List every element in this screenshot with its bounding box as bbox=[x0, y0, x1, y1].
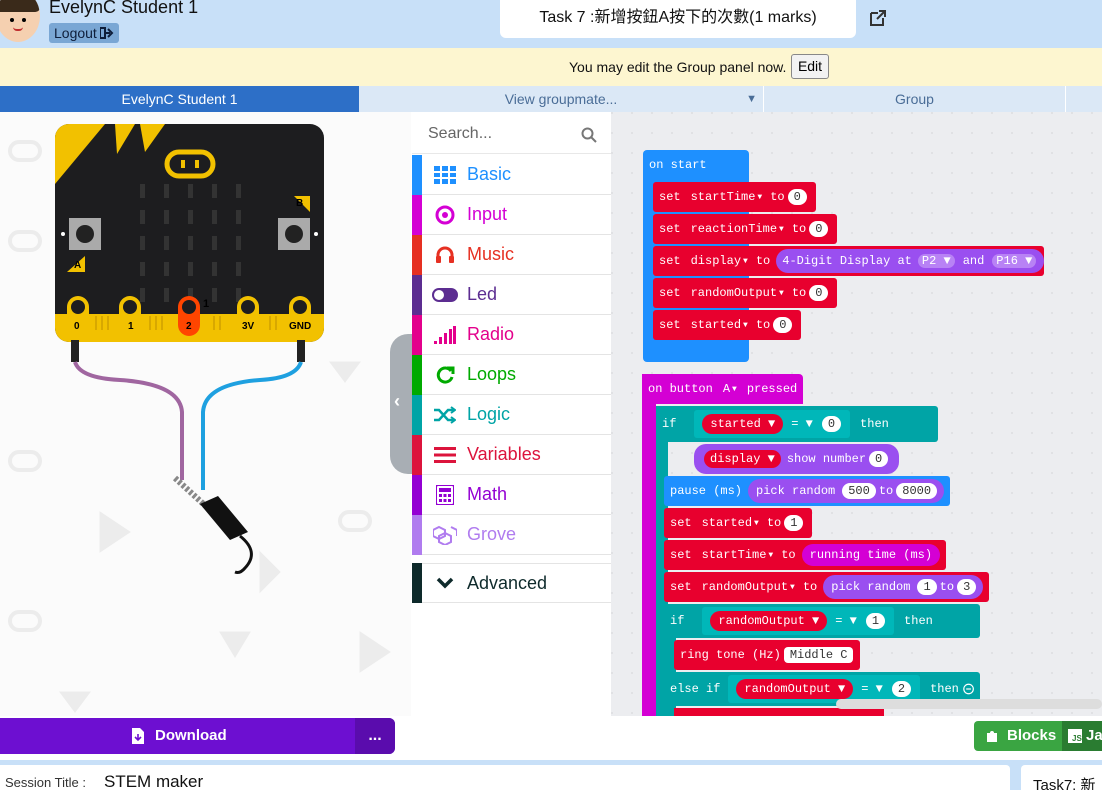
category-led[interactable]: Led bbox=[412, 274, 611, 315]
set-start-time-block[interactable]: set startTime ▼ to 0 bbox=[653, 182, 816, 212]
more-options-button[interactable]: ... bbox=[355, 718, 395, 754]
wire-cables bbox=[71, 340, 305, 574]
category-logic[interactable]: Logic bbox=[412, 394, 611, 435]
edit-notice: You may edit the Group panel now. bbox=[0, 48, 1102, 86]
category-label: Input bbox=[467, 204, 508, 224]
session-title-label: Session Title : bbox=[5, 775, 86, 790]
avatar bbox=[0, 0, 40, 42]
edit-button[interactable]: Edit bbox=[791, 54, 829, 79]
logout-button[interactable]: Logout bbox=[49, 23, 119, 43]
category-advanced[interactable]: Advanced bbox=[412, 563, 611, 603]
if-started-header[interactable]: if started ▼ = ▼ 0 then bbox=[656, 406, 938, 442]
category-label: Grove bbox=[467, 524, 517, 544]
partial-block bbox=[674, 708, 884, 716]
set-random-output-block[interactable]: set randomOutput ▼ to 0 bbox=[653, 278, 838, 308]
calculator-icon bbox=[435, 484, 454, 505]
lines-icon bbox=[433, 446, 456, 463]
set-display-block[interactable]: set display ▼ to 4-Digit Display at P2 ▼ and P… bbox=[653, 246, 1045, 276]
four-digit-display-block[interactable]: 4-Digit Display at P2 ▼ and P16 ▼ bbox=[776, 249, 1045, 273]
set-started-one-block[interactable]: set started ▼ to 1 bbox=[664, 508, 813, 538]
toolbox: Search... Basic Input Music Led Radio Lo… bbox=[412, 112, 611, 716]
chevron-down-icon: ▼ bbox=[746, 93, 757, 105]
category-music[interactable]: Music bbox=[412, 234, 611, 275]
show-number-block[interactable]: display ▼ show number 0 bbox=[694, 444, 900, 474]
minus-circle-icon[interactable] bbox=[963, 682, 974, 696]
javascript-editor-button[interactable]: JS Ja bbox=[1062, 721, 1102, 751]
task-title: Task 7 :新增按鈕A按下的次數(1 marks) bbox=[500, 0, 856, 38]
chevron-left-icon: ‹ bbox=[394, 391, 400, 411]
blocks-label: Blocks bbox=[1007, 727, 1057, 744]
task-summary-field[interactable]: Task7: 新 bbox=[1021, 765, 1102, 790]
file-download-icon bbox=[132, 728, 144, 744]
javascript-label: Ja bbox=[1086, 727, 1102, 744]
download-button[interactable]: Download ... bbox=[0, 718, 395, 754]
groupmate-label: View groupmate... bbox=[504, 91, 618, 107]
category-label: Variables bbox=[467, 444, 541, 464]
category-label: Loops bbox=[467, 364, 517, 384]
signal-icon bbox=[433, 325, 456, 344]
toggle-icon bbox=[431, 287, 458, 302]
category-basic[interactable]: Basic bbox=[412, 154, 611, 195]
external-link-icon[interactable] bbox=[868, 8, 888, 28]
category-label: Led bbox=[467, 284, 498, 304]
category-variables[interactable]: Variables bbox=[412, 434, 611, 475]
top-header: EvelynC Student 1 Logout Task 7 :新增按鈕A按下… bbox=[0, 0, 1102, 48]
set-started-block[interactable]: set started ▼ to 0 bbox=[653, 310, 802, 340]
collapse-simulator-button[interactable]: ‹ bbox=[390, 334, 412, 474]
category-label: Radio bbox=[467, 324, 515, 344]
pause-block[interactable]: pause (ms) pick random 500 to 8000 bbox=[664, 476, 951, 506]
panel-tabs: EvelynC Student 1 View groupmate... ▼ Gro… bbox=[0, 86, 1102, 112]
on-start-label: on start bbox=[649, 158, 707, 172]
tab-view-groupmate[interactable]: View groupmate... ▼ bbox=[361, 86, 761, 112]
on-button-block[interactable] bbox=[642, 374, 656, 716]
shuffle-icon bbox=[433, 405, 456, 424]
blocks-editor-button[interactable]: Blocks bbox=[974, 721, 1062, 751]
set-reaction-time-block[interactable]: set reactionTime ▼ to 0 bbox=[653, 214, 838, 244]
category-label: Math bbox=[467, 484, 508, 504]
chevron-down-icon bbox=[436, 577, 453, 589]
search-input[interactable]: Search... bbox=[428, 125, 492, 143]
category-grove[interactable]: Grove bbox=[412, 514, 611, 555]
toolbox-search[interactable]: Search... bbox=[412, 112, 611, 154]
category-loops[interactable]: Loops bbox=[412, 354, 611, 395]
category-label: Music bbox=[467, 244, 515, 264]
ring-tone-block[interactable]: ring tone (Hz) Middle C bbox=[674, 640, 861, 670]
blocks-workspace[interactable]: on start set startTime ▼ to 0 set reactionTim… bbox=[611, 112, 1102, 716]
js-icon: JS bbox=[1068, 729, 1082, 743]
grid-icon bbox=[433, 165, 456, 184]
logout-label: Logout bbox=[54, 25, 97, 41]
category-math[interactable]: Math bbox=[412, 474, 611, 515]
download-label: Download bbox=[155, 727, 227, 744]
refresh-icon bbox=[436, 366, 454, 384]
category-label: Logic bbox=[467, 404, 511, 424]
user-name: EvelynC Student 1 bbox=[49, 0, 199, 17]
target-icon bbox=[435, 205, 454, 224]
session-title-value: STEM maker bbox=[104, 772, 204, 790]
set-random-output-pick-block[interactable]: set randomOutput ▼ to pick random 1 to 3 bbox=[664, 572, 990, 602]
session-title-field[interactable]: Session Title : STEM maker bbox=[0, 765, 1010, 790]
category-label: Basic bbox=[467, 164, 512, 184]
notice-message: You may edit the Group panel now. bbox=[569, 59, 787, 75]
category-radio[interactable]: Radio bbox=[412, 314, 611, 355]
tab-my-workspace[interactable]: EvelynC Student 1 bbox=[0, 86, 359, 112]
set-start-time-running-block[interactable]: set startTime ▼ to running time (ms) bbox=[664, 540, 947, 570]
headphones-icon bbox=[435, 246, 454, 263]
simulator-panel: A B 0 1 2 3V GND 1 bbox=[0, 112, 411, 716]
svg-text:JS: JS bbox=[1072, 734, 1082, 743]
search-icon[interactable] bbox=[581, 127, 597, 143]
horizontal-scrollbar[interactable] bbox=[836, 699, 1102, 709]
tab-group[interactable]: Group bbox=[763, 86, 1066, 112]
logout-icon bbox=[99, 27, 114, 39]
on-button-header[interactable]: on button A ▼ pressed bbox=[642, 374, 804, 404]
cubes-icon bbox=[432, 525, 457, 545]
puzzle-icon bbox=[987, 731, 997, 742]
category-input[interactable]: Input bbox=[412, 194, 611, 235]
if-random-one-header[interactable]: if randomOutput ▼ = ▼ 1 then bbox=[664, 604, 980, 638]
category-label: Advanced bbox=[467, 572, 548, 593]
